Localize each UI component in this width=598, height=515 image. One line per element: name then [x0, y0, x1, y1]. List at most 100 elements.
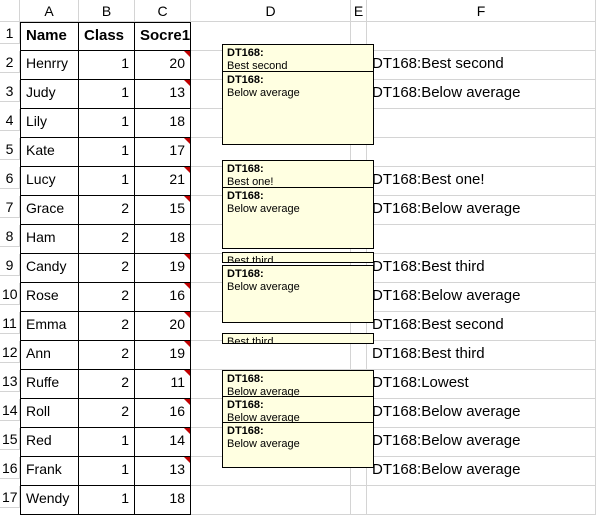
- comment-indicator-icon[interactable]: [184, 196, 190, 202]
- cell-a5[interactable]: Kate: [20, 138, 79, 167]
- comment-indicator-icon[interactable]: [184, 370, 190, 376]
- cell-a12[interactable]: Ann: [20, 341, 79, 370]
- row-header-13[interactable]: 13: [0, 370, 20, 392]
- cell-f14[interactable]: DT168:Below average: [367, 399, 596, 428]
- cell-c14[interactable]: 16: [135, 399, 191, 428]
- cell-c13[interactable]: 11: [135, 370, 191, 399]
- cell-c2[interactable]: 20: [135, 51, 191, 80]
- cell-a4[interactable]: Lily: [20, 109, 79, 138]
- cell-f2[interactable]: DT168:Best second: [367, 51, 596, 80]
- cell-f3[interactable]: DT168:Below average: [367, 80, 596, 109]
- cell-f17[interactable]: [367, 486, 596, 515]
- comment-indicator-icon[interactable]: [184, 457, 190, 463]
- row-header-5[interactable]: 5: [0, 138, 20, 160]
- cell-c16[interactable]: 13: [135, 457, 191, 486]
- cell-f7[interactable]: DT168:Below average: [367, 196, 596, 225]
- cell-f4[interactable]: [367, 109, 596, 138]
- cell-c4[interactable]: 18: [135, 109, 191, 138]
- cell-f15[interactable]: DT168:Below average: [367, 428, 596, 457]
- comment-indicator-icon[interactable]: [184, 283, 190, 289]
- cell-a2[interactable]: Henrry: [20, 51, 79, 80]
- cell-e17[interactable]: [351, 486, 367, 515]
- col-header-c[interactable]: C: [135, 0, 191, 22]
- cell-f5[interactable]: [367, 138, 596, 167]
- cell-f6[interactable]: DT168:Best one!: [367, 167, 596, 196]
- comment-indicator-icon[interactable]: [184, 80, 190, 86]
- cell-c3[interactable]: 13: [135, 80, 191, 109]
- row-header-9[interactable]: 9: [0, 254, 20, 276]
- cell-a14[interactable]: Roll: [20, 399, 79, 428]
- cell-c17[interactable]: 18: [135, 486, 191, 515]
- cell-a7[interactable]: Grace: [20, 196, 79, 225]
- cell-a8[interactable]: Ham: [20, 225, 79, 254]
- cell-d17[interactable]: [191, 486, 351, 515]
- cell-a15[interactable]: Red: [20, 428, 79, 457]
- comment-indicator-icon[interactable]: [184, 312, 190, 318]
- cell-f11[interactable]: DT168:Best second: [367, 312, 596, 341]
- cell-b10[interactable]: 2: [79, 283, 135, 312]
- row-header-10[interactable]: 10: [0, 283, 20, 305]
- row-header-4[interactable]: 4: [0, 109, 20, 131]
- cell-f10[interactable]: DT168:Below average: [367, 283, 596, 312]
- cell-b9[interactable]: 2: [79, 254, 135, 283]
- cell-b1[interactable]: Class: [79, 22, 135, 51]
- cell-a1[interactable]: Name: [20, 22, 79, 51]
- cell-b13[interactable]: 2: [79, 370, 135, 399]
- col-header-b[interactable]: B: [79, 0, 135, 22]
- cell-b16[interactable]: 1: [79, 457, 135, 486]
- cell-c12[interactable]: 19: [135, 341, 191, 370]
- cell-b17[interactable]: 1: [79, 486, 135, 515]
- comment-indicator-icon[interactable]: [184, 167, 190, 173]
- cell-a6[interactable]: Lucy: [20, 167, 79, 196]
- cell-b15[interactable]: 1: [79, 428, 135, 457]
- cell-a13[interactable]: Ruffe: [20, 370, 79, 399]
- comment-indicator-icon[interactable]: [184, 51, 190, 57]
- cell-c7[interactable]: 15: [135, 196, 191, 225]
- cell-f16[interactable]: DT168:Below average: [367, 457, 596, 486]
- cell-b5[interactable]: 1: [79, 138, 135, 167]
- cell-b3[interactable]: 1: [79, 80, 135, 109]
- row-header-17[interactable]: 17: [0, 486, 20, 508]
- cell-d12[interactable]: [191, 341, 351, 370]
- row-header-16[interactable]: 16: [0, 457, 20, 479]
- cell-f1[interactable]: [367, 22, 596, 51]
- cell-b11[interactable]: 2: [79, 312, 135, 341]
- row-header-15[interactable]: 15: [0, 428, 20, 450]
- cell-b2[interactable]: 1: [79, 51, 135, 80]
- col-header-f[interactable]: F: [367, 0, 596, 22]
- row-header-1[interactable]: 1: [0, 22, 20, 44]
- cell-f9[interactable]: DT168:Best third: [367, 254, 596, 283]
- row-header-3[interactable]: 3: [0, 80, 20, 102]
- col-header-d[interactable]: D: [191, 0, 351, 22]
- cell-a17[interactable]: Wendy: [20, 486, 79, 515]
- cell-a16[interactable]: Frank: [20, 457, 79, 486]
- cell-b4[interactable]: 1: [79, 109, 135, 138]
- comment-indicator-icon[interactable]: [184, 138, 190, 144]
- cell-a9[interactable]: Candy: [20, 254, 79, 283]
- comment-indicator-icon[interactable]: [184, 399, 190, 405]
- cell-c11[interactable]: 20: [135, 312, 191, 341]
- col-header-a[interactable]: A: [20, 0, 79, 22]
- cell-a3[interactable]: Judy: [20, 80, 79, 109]
- col-header-e[interactable]: E: [351, 0, 367, 22]
- row-header-12[interactable]: 12: [0, 341, 20, 363]
- cell-c8[interactable]: 18: [135, 225, 191, 254]
- cell-c1[interactable]: Socre1: [135, 22, 191, 51]
- cell-b7[interactable]: 2: [79, 196, 135, 225]
- cell-c10[interactable]: 16: [135, 283, 191, 312]
- cell-f8[interactable]: [367, 225, 596, 254]
- cell-b6[interactable]: 1: [79, 167, 135, 196]
- row-header-7[interactable]: 7: [0, 196, 20, 218]
- comment-indicator-icon[interactable]: [184, 341, 190, 347]
- cell-f13[interactable]: DT168:Lowest: [367, 370, 596, 399]
- cell-c5[interactable]: 17: [135, 138, 191, 167]
- comment-indicator-icon[interactable]: [184, 428, 190, 434]
- cell-f12[interactable]: DT168:Best third: [367, 341, 596, 370]
- row-header-6[interactable]: 6: [0, 167, 20, 189]
- comment-indicator-icon[interactable]: [184, 254, 190, 260]
- cell-b8[interactable]: 2: [79, 225, 135, 254]
- cell-a10[interactable]: Rose: [20, 283, 79, 312]
- cell-a11[interactable]: Emma: [20, 312, 79, 341]
- row-header-8[interactable]: 8: [0, 225, 20, 247]
- row-header-2[interactable]: 2: [0, 51, 20, 73]
